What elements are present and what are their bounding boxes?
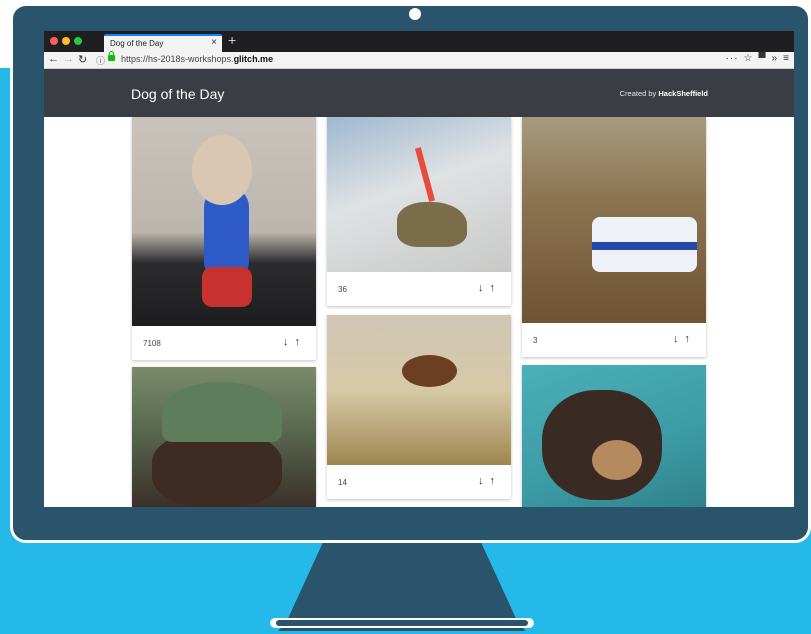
lock-icon bbox=[108, 51, 115, 61]
vote-count: 14 bbox=[338, 478, 347, 487]
camera-dot bbox=[409, 8, 421, 20]
vote-controls: ↓↑ bbox=[478, 282, 501, 294]
new-tab-icon[interactable]: + bbox=[228, 32, 236, 48]
dog-card: 7108 ↓↑ bbox=[132, 117, 316, 360]
downvote-arrow-icon[interactable]: ↓ bbox=[283, 336, 295, 348]
web-page: Dog of the Day Created by HackSheffield … bbox=[44, 69, 794, 507]
page-actions-icon[interactable]: ··· bbox=[726, 53, 739, 64]
vote-count: 36 bbox=[338, 285, 347, 294]
vote-controls: ↓↑ bbox=[478, 475, 501, 487]
forward-arrow-icon[interactable]: → bbox=[63, 53, 74, 65]
dog-photo bbox=[522, 365, 706, 507]
dog-photo bbox=[327, 315, 511, 465]
browser-tab[interactable]: Dog of the Day × bbox=[104, 34, 222, 52]
credit-text: Created by HackSheffield bbox=[619, 89, 708, 98]
credit-link[interactable]: HackSheffield bbox=[658, 89, 708, 98]
back-arrow-icon[interactable]: ← bbox=[48, 53, 59, 65]
app-bar: Dog of the Day Created by HackSheffield bbox=[44, 69, 794, 117]
downvote-arrow-icon[interactable]: ↓ bbox=[478, 475, 490, 487]
card-footer: 14 ↓↑ bbox=[327, 465, 511, 499]
dog-card bbox=[132, 367, 316, 507]
toolbar-actions: ··· ☆ ▀ » ≡ bbox=[721, 53, 790, 64]
dog-photo bbox=[132, 367, 316, 507]
close-tab-icon[interactable]: × bbox=[211, 37, 217, 48]
upvote-arrow-icon[interactable]: ↑ bbox=[295, 336, 307, 348]
overflow-icon[interactable]: » bbox=[772, 53, 779, 64]
info-icon[interactable]: ⓘ bbox=[96, 54, 105, 67]
browser-tabbar: Dog of the Day × + bbox=[44, 31, 794, 52]
reload-icon[interactable]: ↻ bbox=[78, 53, 87, 66]
library-icon[interactable]: ▀ bbox=[759, 53, 767, 64]
downvote-arrow-icon[interactable]: ↓ bbox=[478, 282, 490, 294]
vote-controls: ↓↑ bbox=[283, 336, 306, 348]
dog-card: 3 ↓↑ bbox=[522, 117, 706, 357]
dog-photo bbox=[522, 117, 706, 323]
vote-count: 7108 bbox=[143, 339, 161, 348]
page-title: Dog of the Day bbox=[131, 86, 225, 102]
close-window-icon[interactable] bbox=[50, 37, 58, 45]
upvote-arrow-icon[interactable]: ↑ bbox=[685, 333, 697, 345]
dog-card: 14 ↓↑ bbox=[327, 315, 511, 499]
upvote-arrow-icon[interactable]: ↑ bbox=[490, 282, 502, 294]
vote-controls: ↓↑ bbox=[673, 333, 696, 345]
tab-title: Dog of the Day bbox=[110, 39, 164, 48]
dog-photo bbox=[132, 117, 316, 326]
card-footer: 3 ↓↑ bbox=[522, 323, 706, 357]
vote-count: 3 bbox=[533, 336, 538, 345]
dog-photo bbox=[327, 117, 511, 272]
address-bar[interactable]: ⓘ https://hs-2018s-workshops.glitch.me bbox=[94, 51, 700, 67]
card-footer: 7108 ↓↑ bbox=[132, 326, 316, 360]
monitor-stand-base-inner bbox=[276, 620, 528, 626]
upvote-arrow-icon[interactable]: ↑ bbox=[490, 475, 502, 487]
menu-icon[interactable]: ≡ bbox=[783, 53, 790, 64]
card-footer: 36 ↓↑ bbox=[327, 272, 511, 306]
maximize-window-icon[interactable] bbox=[74, 37, 82, 45]
downvote-arrow-icon[interactable]: ↓ bbox=[673, 333, 685, 345]
monitor-screen: Dog of the Day × + ← → ↻ ⓘ https://hs-20… bbox=[44, 31, 794, 507]
dog-card: 36 ↓↑ bbox=[327, 117, 511, 306]
bookmark-star-icon[interactable]: ☆ bbox=[744, 53, 754, 64]
minimize-window-icon[interactable] bbox=[62, 37, 70, 45]
dog-card bbox=[522, 365, 706, 507]
url-text: https://hs-2018s-workshops.glitch.me bbox=[121, 54, 274, 64]
browser-toolbar: ← → ↻ ⓘ https://hs-2018s-workshops.glitc… bbox=[44, 51, 794, 69]
